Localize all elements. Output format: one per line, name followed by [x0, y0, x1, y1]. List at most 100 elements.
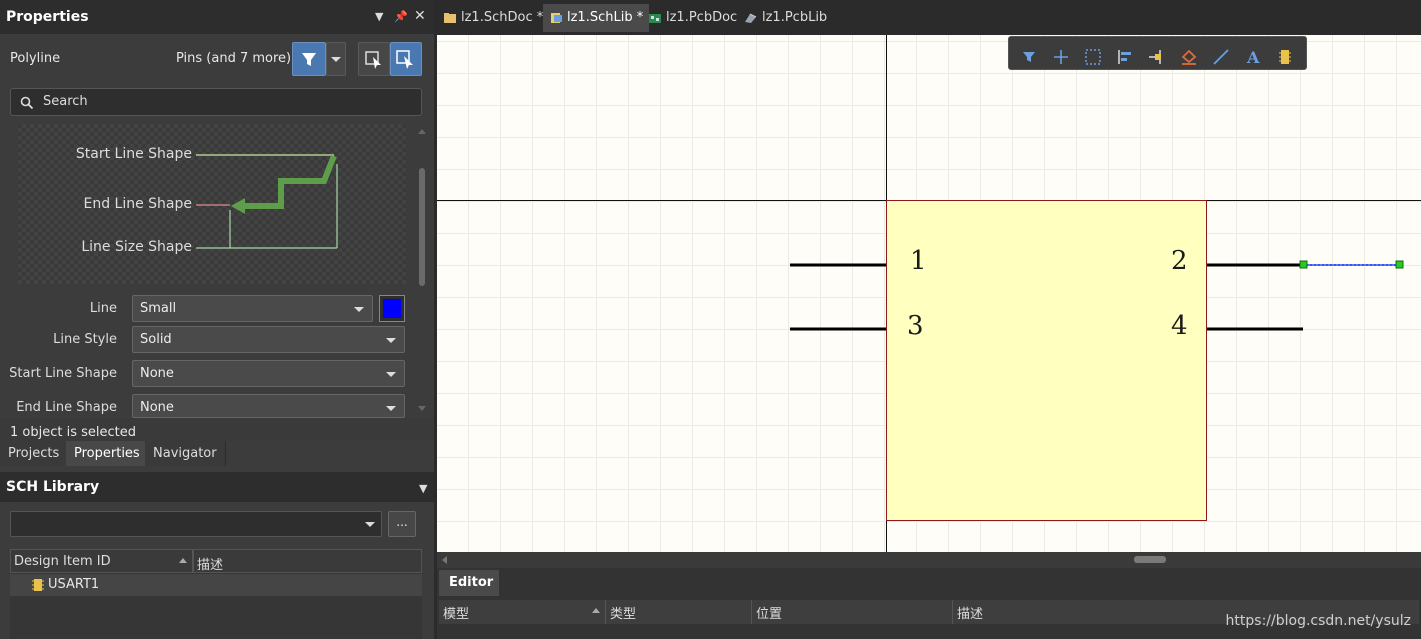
tab-navigator[interactable]: Navigator: [145, 441, 226, 466]
scrollbar-thumb[interactable]: [419, 168, 425, 286]
chevron-down-icon: [365, 522, 375, 527]
filter-icon[interactable]: [1018, 47, 1040, 67]
chevron-down-icon: [354, 307, 364, 312]
table-row[interactable]: USART1: [10, 574, 422, 596]
close-panel-icon[interactable]: ✕: [414, 8, 426, 24]
line-color-swatch[interactable]: [379, 295, 405, 322]
select-overlapped-icon: [365, 51, 381, 69]
properties-panel-title: Properties ▼ 📌 ✕: [0, 0, 434, 34]
tab-label: lz1.SchLib *: [567, 10, 644, 25]
svg-text:A: A: [1246, 48, 1260, 67]
location-header-text: 位置: [756, 607, 783, 622]
pcbdoc-icon: [649, 14, 661, 23]
canvas-horizontal-scrollbar[interactable]: [437, 552, 1421, 568]
document-area: lz1.SchDoc * lz1.SchLib * lz1.PcbDoc lz1…: [437, 0, 1421, 639]
select-cursor-icon: [396, 50, 413, 69]
line-style-select[interactable]: Solid: [132, 326, 405, 353]
line-field-label: Line: [89, 301, 117, 316]
end-line-shape-select[interactable]: None: [132, 394, 405, 418]
model-column-header[interactable]: 模型: [439, 600, 606, 624]
component-body: [886, 200, 1207, 521]
pin-icon[interactable]: [1146, 47, 1168, 67]
more-button-label: ...: [396, 515, 408, 529]
sort-asc-icon: [179, 558, 187, 563]
scroll-down-icon[interactable]: [418, 406, 426, 412]
location-column-header[interactable]: 位置: [752, 600, 953, 624]
pin-panel-icon[interactable]: 📌: [394, 10, 408, 23]
tab-lz1-pcbdoc[interactable]: lz1.PcbDoc: [642, 4, 743, 32]
filter-dropdown-button[interactable]: [326, 42, 346, 76]
tab-navigator-label: Navigator: [153, 446, 217, 461]
watermark: https://blog.csdn.net/ysulz: [1225, 613, 1411, 629]
object-type-label: Polyline: [10, 51, 61, 66]
properties-title-text: Properties: [6, 9, 89, 25]
tab-label: lz1.SchDoc *: [461, 10, 544, 25]
fill-icon[interactable]: [1178, 47, 1200, 67]
polyline-end-handle: [1395, 260, 1404, 269]
filter-icon: [302, 53, 316, 66]
tab-editor[interactable]: Editor: [439, 570, 499, 596]
filter-button[interactable]: [292, 42, 326, 76]
schematic-drawing: [437, 35, 1421, 552]
end-line-shape-value: None: [140, 400, 174, 415]
panel-menu-icon[interactable]: ▼: [375, 10, 383, 23]
description-header-text: 描述: [197, 558, 224, 573]
tab-properties[interactable]: Properties: [66, 441, 149, 466]
schematic-canvas[interactable]: 1 2 3 4 A: [437, 35, 1421, 552]
filter-summary-label[interactable]: Pins (and 7 more): [176, 51, 291, 66]
design-item-id-header[interactable]: Design Item ID: [10, 549, 193, 573]
crosshair-add-icon[interactable]: [1050, 47, 1072, 67]
description-header[interactable]: 描述: [193, 549, 422, 573]
select-rect-icon[interactable]: [1082, 47, 1104, 67]
design-item-id-cell: USART1: [48, 577, 100, 592]
scroll-left-icon[interactable]: [441, 556, 447, 564]
pin-3-number[interactable]: 3: [907, 311, 924, 341]
tab-lz1-schdoc[interactable]: lz1.SchDoc *: [437, 4, 549, 32]
line-style-value: Solid: [140, 332, 172, 347]
line-width-select[interactable]: Small: [132, 295, 373, 322]
tab-projects[interactable]: Projects: [0, 441, 69, 466]
polyline-start-handle: [1299, 260, 1308, 269]
component-icon: [32, 579, 44, 591]
library-filter-select[interactable]: [10, 511, 382, 537]
line-shape-illustration: [196, 154, 338, 249]
pin-4-number[interactable]: 4: [1171, 311, 1188, 341]
chevron-down-icon: [386, 406, 396, 411]
tab-label: lz1.PcbDoc: [666, 10, 738, 25]
align-icon[interactable]: [1114, 47, 1136, 67]
pin-1-number[interactable]: 1: [910, 246, 927, 276]
schdoc-icon: [444, 13, 456, 23]
start-line-shape-select[interactable]: None: [132, 360, 405, 387]
line-color-fill: [383, 299, 401, 318]
library-more-button[interactable]: ...: [388, 511, 416, 537]
tab-lz1-schlib[interactable]: lz1.SchLib *: [543, 4, 650, 32]
tab-properties-label: Properties: [74, 446, 140, 461]
line-width-value: Small: [140, 301, 177, 316]
sort-asc-icon: [592, 608, 600, 613]
tab-lz1-pcblib[interactable]: lz1.PcbLib: [738, 4, 833, 32]
search-input[interactable]: Search: [10, 88, 422, 116]
line-shape-diagram: Start Line Shape End Line Shape Line Siz…: [18, 124, 406, 284]
scrollbar-thumb[interactable]: [1134, 556, 1166, 563]
scroll-up-icon[interactable]: [418, 128, 426, 134]
text-icon[interactable]: A: [1242, 47, 1264, 67]
tab-label: lz1.PcbLib: [762, 10, 828, 25]
editor-tab-label: Editor: [449, 575, 494, 590]
line-icon[interactable]: [1210, 47, 1232, 67]
status-bar: 1 object is selected: [0, 418, 434, 441]
pin-2-number[interactable]: 2: [1171, 246, 1188, 276]
type-column-header[interactable]: 类型: [606, 600, 752, 624]
sch-library-title: SCH Library ▼: [0, 472, 434, 502]
sch-library-title-text: SCH Library: [6, 479, 100, 495]
select-next-button[interactable]: [390, 42, 422, 76]
properties-scrollbar[interactable]: [416, 124, 428, 418]
component-icon[interactable]: [1274, 47, 1296, 67]
panel-menu-icon[interactable]: ▼: [419, 482, 427, 495]
search-placeholder: Search: [43, 94, 88, 109]
chevron-down-icon: [386, 372, 396, 377]
start-line-shape-value: None: [140, 366, 174, 381]
active-bar-toolbar: A: [1008, 36, 1307, 70]
search-icon: [20, 96, 34, 110]
select-overlapped-button[interactable]: [358, 42, 390, 76]
design-item-id-header-text: Design Item ID: [14, 554, 111, 569]
